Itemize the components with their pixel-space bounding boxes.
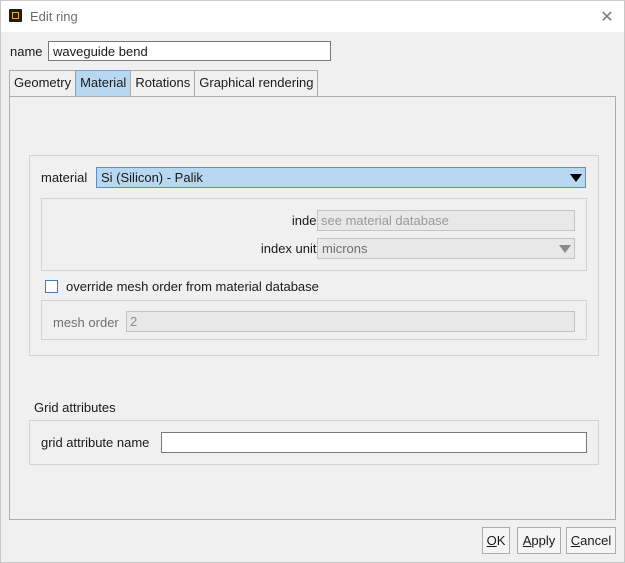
override-mesh-order-label: override mesh order from material databa… [66,279,319,294]
grid-attributes-group: grid attribute name [29,420,599,465]
index-units-dropdown: microns [317,238,575,259]
mesh-order-field: 2 [126,311,575,332]
index-units-label: index units [260,241,323,256]
material-dropdown[interactable]: Si (Silicon) - Palik [96,167,586,188]
mesh-order-group: mesh order 2 [41,300,587,340]
mesh-order-label: mesh order [53,315,119,330]
index-units-value: microns [322,241,368,256]
ok-button[interactable]: OK [482,527,510,554]
grid-attribute-name-input[interactable] [161,432,587,453]
apply-button[interactable]: Apply [517,527,561,554]
tab-material[interactable]: Material [75,70,132,96]
cancel-button[interactable]: Cancel [566,527,616,554]
override-mesh-order-checkbox[interactable] [45,280,58,293]
edit-ring-dialog: Edit ring ✕ name Geometry Material Rotat… [0,0,625,563]
close-icon[interactable]: ✕ [590,1,624,32]
tab-geometry[interactable]: Geometry [9,70,77,96]
index-group: index see material database index units … [41,198,587,271]
name-input[interactable] [48,41,331,61]
tab-bar: Geometry Material Rotations Graphical re… [9,70,319,97]
chevron-down-icon [559,245,571,253]
window-title: Edit ring [30,9,78,24]
material-group: material Si (Silicon) - Palik index see … [29,155,599,356]
material-tab-panel: material Si (Silicon) - Palik index see … [9,96,616,520]
material-label: material [41,170,88,185]
material-dropdown-value: Si (Silicon) - Palik [101,170,203,185]
title-bar: Edit ring ✕ [1,1,624,32]
name-label: name [10,44,43,59]
index-field: see material database [317,210,575,231]
tab-rotations[interactable]: Rotations [130,70,196,96]
ring-app-icon [9,9,22,22]
chevron-down-icon [570,174,582,182]
tab-graphical-rendering[interactable]: Graphical rendering [194,70,319,96]
grid-attributes-heading: Grid attributes [34,400,116,415]
grid-attribute-name-label: grid attribute name [41,435,150,450]
